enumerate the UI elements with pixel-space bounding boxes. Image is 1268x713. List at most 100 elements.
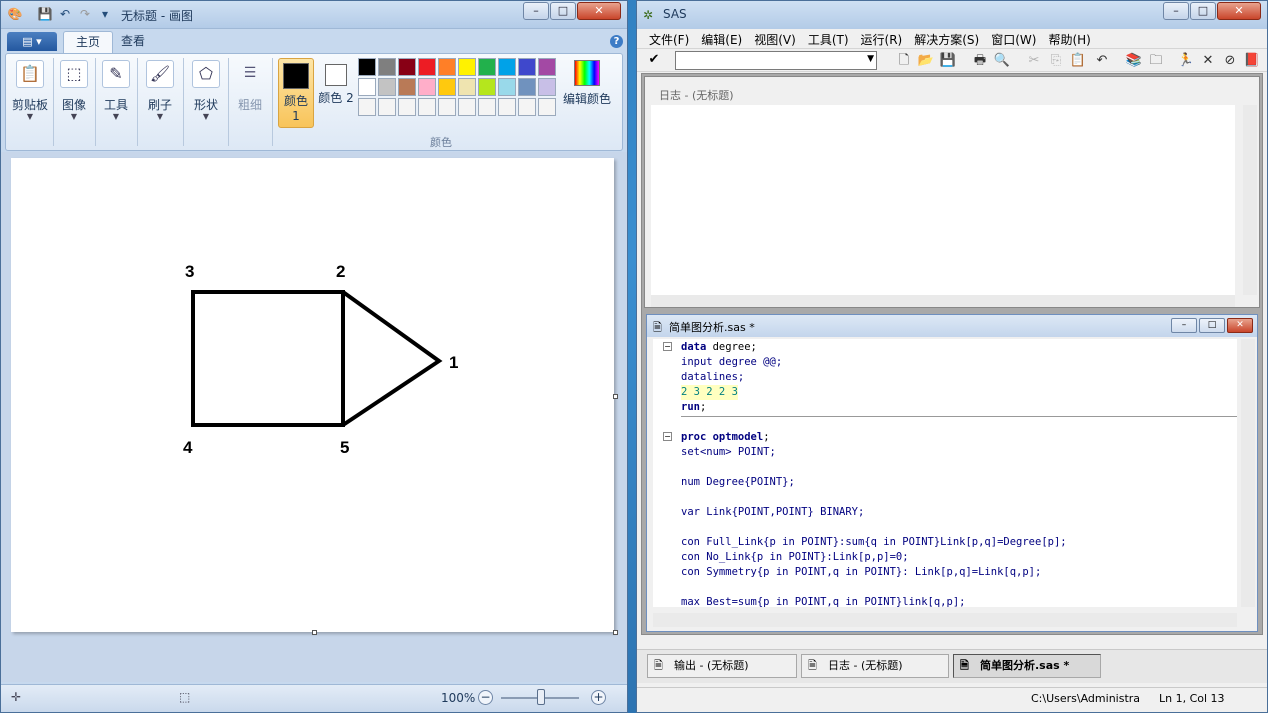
- menu-solutions[interactable]: 解决方案(S): [908, 29, 985, 48]
- menu-help[interactable]: 帮助(H): [1042, 29, 1096, 48]
- palette-swatch[interactable]: [498, 58, 516, 76]
- tools-group[interactable]: ✎ 工具 ▼: [96, 56, 136, 150]
- menu-view[interactable]: 视图(V): [748, 29, 802, 48]
- editor-window[interactable]: 🗎 简单图分析.sas * – □ ✕ − data degree; input…: [646, 314, 1258, 632]
- palette-swatch[interactable]: [418, 58, 436, 76]
- palette-swatch[interactable]: [478, 78, 496, 96]
- current-folder[interactable]: C:\Users\Administra: [1031, 692, 1149, 705]
- paint-titlebar[interactable]: 🎨 💾 ↶ ↷ ▾ 无标题 - 画图 – □ ✕: [1, 1, 627, 29]
- run-icon[interactable]: 🏃: [1177, 52, 1195, 70]
- palette-empty-swatch[interactable]: [358, 98, 376, 116]
- print-preview-icon[interactable]: 🔍: [993, 52, 1011, 70]
- help-book-icon[interactable]: 📕: [1243, 52, 1261, 70]
- palette-swatch[interactable]: [518, 58, 536, 76]
- command-box[interactable]: ▼: [675, 51, 877, 70]
- paste-icon[interactable]: 📋: [1069, 52, 1087, 70]
- fold-toggle-icon[interactable]: −: [663, 432, 672, 441]
- libraries-icon[interactable]: 📚: [1125, 52, 1143, 70]
- editor-vertical-scrollbar[interactable]: [1241, 339, 1255, 607]
- color2-selector[interactable]: 颜色 2: [318, 58, 354, 128]
- edit-colors-button[interactable]: 编辑颜色: [562, 58, 612, 107]
- brushes-group[interactable]: 🖌 刷子 ▼: [138, 56, 182, 150]
- close-button[interactable]: ✕: [577, 2, 621, 20]
- palette-swatch[interactable]: [378, 78, 396, 96]
- sas-titlebar[interactable]: ✲ SAS – □ ✕: [637, 1, 1267, 29]
- palette-empty-swatch[interactable]: [378, 98, 396, 116]
- code-editor[interactable]: − data degree; input degree @@; dataline…: [653, 339, 1237, 607]
- paint-menu-button[interactable]: ▤ ▾: [7, 32, 57, 51]
- tab-home[interactable]: 主页: [63, 31, 114, 53]
- log-vertical-scrollbar[interactable]: [1243, 105, 1257, 295]
- palette-swatch[interactable]: [438, 78, 456, 96]
- clear-icon[interactable]: ✕: [1199, 52, 1217, 70]
- palette-swatch[interactable]: [358, 58, 376, 76]
- palette-swatch[interactable]: [378, 58, 396, 76]
- maximize-button[interactable]: □: [1190, 2, 1216, 20]
- palette-swatch[interactable]: [478, 58, 496, 76]
- palette-swatch[interactable]: [398, 78, 416, 96]
- clipboard-group[interactable]: 📋 剪贴板 ▼: [8, 56, 52, 150]
- paint-app-icon[interactable]: 🎨: [7, 6, 23, 22]
- new-file-icon[interactable]: 🗋: [895, 52, 913, 70]
- palette-swatch[interactable]: [458, 78, 476, 96]
- help-icon[interactable]: ?: [610, 35, 623, 48]
- editor-minimize-button[interactable]: –: [1171, 318, 1197, 333]
- chevron-down-icon[interactable]: ▼: [867, 54, 874, 64]
- palette-empty-swatch[interactable]: [498, 98, 516, 116]
- palette-empty-swatch[interactable]: [518, 98, 536, 116]
- undo-icon[interactable]: ↶: [1093, 52, 1111, 70]
- resize-handle-bottom[interactable]: [312, 630, 317, 635]
- palette-swatch[interactable]: [538, 58, 556, 76]
- menu-file[interactable]: 文件(F): [643, 29, 695, 48]
- break-icon[interactable]: ⊘: [1221, 52, 1239, 70]
- maximize-button[interactable]: □: [550, 2, 576, 20]
- editor-maximize-button[interactable]: □: [1199, 318, 1225, 333]
- palette-swatch[interactable]: [518, 78, 536, 96]
- palette-swatch[interactable]: [438, 58, 456, 76]
- palette-empty-swatch[interactable]: [438, 98, 456, 116]
- task-editor[interactable]: 🗎 简单图分析.sas *: [953, 654, 1101, 678]
- log-content[interactable]: [651, 105, 1235, 295]
- palette-swatch[interactable]: [398, 58, 416, 76]
- resize-handle-corner[interactable]: [613, 630, 618, 635]
- menu-edit[interactable]: 编辑(E): [695, 29, 748, 48]
- tab-view[interactable]: 查看: [109, 31, 157, 53]
- shapes-group[interactable]: ⬠ 形状 ▼: [186, 56, 226, 150]
- palette-empty-swatch[interactable]: [398, 98, 416, 116]
- palette-empty-swatch[interactable]: [418, 98, 436, 116]
- editor-titlebar[interactable]: 🗎 简单图分析.sas * – □ ✕: [647, 315, 1257, 337]
- minimize-button[interactable]: –: [1163, 2, 1189, 20]
- color1-selector[interactable]: 颜色 1: [278, 58, 314, 128]
- palette-swatch[interactable]: [538, 78, 556, 96]
- palette-empty-swatch[interactable]: [538, 98, 556, 116]
- menu-run[interactable]: 运行(R): [855, 29, 909, 48]
- menu-tools[interactable]: 工具(T): [802, 29, 855, 48]
- menu-window[interactable]: 窗口(W): [985, 29, 1042, 48]
- explorer-icon[interactable]: 🗀: [1147, 52, 1165, 70]
- close-button[interactable]: ✕: [1217, 2, 1261, 20]
- undo-icon[interactable]: ↶: [57, 6, 73, 22]
- copy-icon[interactable]: ⎘: [1047, 52, 1065, 70]
- task-output[interactable]: 🗎 输出 - (无标题): [647, 654, 797, 678]
- resize-handle-right[interactable]: [613, 394, 618, 399]
- customize-quick-access-icon[interactable]: ▾: [97, 6, 113, 22]
- fold-toggle-icon[interactable]: −: [663, 342, 672, 351]
- editor-close-button[interactable]: ✕: [1227, 318, 1253, 333]
- save-icon[interactable]: 💾: [939, 52, 957, 70]
- print-icon[interactable]: 🖶: [971, 52, 989, 70]
- palette-swatch[interactable]: [458, 58, 476, 76]
- zoom-in-button[interactable]: +: [591, 690, 606, 705]
- image-group[interactable]: ⬚ 图像 ▼: [54, 56, 94, 150]
- minimize-button[interactable]: –: [523, 2, 549, 20]
- save-icon[interactable]: 💾: [37, 6, 53, 22]
- palette-swatch[interactable]: [498, 78, 516, 96]
- task-log[interactable]: 🗎 日志 - (无标题): [801, 654, 949, 678]
- drawing-canvas[interactable]: 3 2 1 4 5: [11, 158, 614, 632]
- open-folder-icon[interactable]: 📂: [917, 52, 935, 70]
- zoom-slider-thumb[interactable]: [537, 689, 545, 705]
- cut-icon[interactable]: ✂: [1025, 52, 1043, 70]
- palette-swatch[interactable]: [358, 78, 376, 96]
- redo-icon[interactable]: ↷: [77, 6, 93, 22]
- zoom-out-button[interactable]: −: [478, 690, 493, 705]
- log-horizontal-scrollbar[interactable]: [651, 295, 1235, 307]
